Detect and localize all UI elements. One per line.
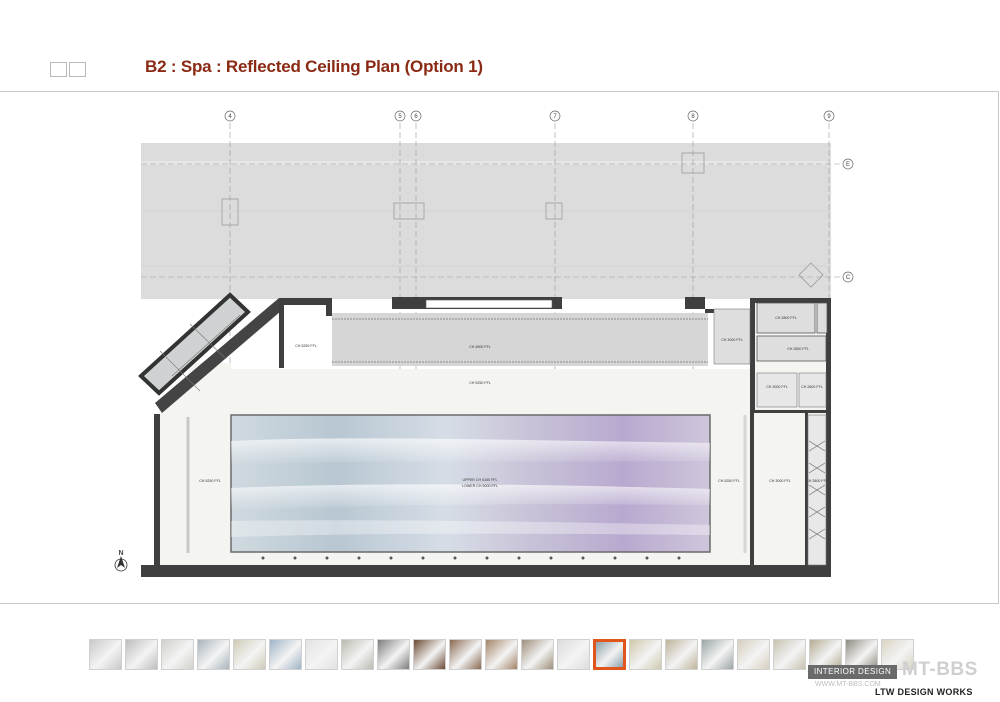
room-label-right-2: CH 2800 FFL — [775, 316, 797, 320]
room-label-far-right-2: CH 2800 FFL — [806, 479, 828, 483]
thumbnail-item[interactable] — [557, 639, 590, 670]
north-arrow: N — [114, 550, 128, 572]
thumbnail-item[interactable] — [341, 639, 374, 670]
right-room — [798, 372, 827, 408]
grid-label-right: C — [846, 275, 851, 281]
thumbnail-item[interactable] — [125, 639, 158, 670]
corner-boxes — [50, 62, 86, 77]
room-label-top-corridor: CH 4500 FFL — [469, 345, 491, 349]
thumbnail-item[interactable] — [593, 639, 626, 670]
thumbnail-item[interactable] — [521, 639, 554, 670]
thumbnail-item[interactable] — [377, 639, 410, 670]
skylight — [425, 299, 553, 309]
north-label: N — [118, 550, 123, 557]
thumbnail-item[interactable] — [449, 639, 482, 670]
thumbnail-item[interactable] — [197, 639, 230, 670]
thumbnail-item[interactable] — [161, 639, 194, 670]
upper-grey-area-inner — [141, 161, 831, 165]
room-label-right-wall-zone: CH 5250 FFL — [718, 479, 740, 483]
corner-box — [50, 62, 67, 77]
watermark-url: WWW.MT-BBS.COM — [815, 681, 881, 688]
room-label-left-room: CH 5250 FFL — [295, 344, 317, 348]
thumbnail-item[interactable] — [269, 639, 302, 670]
right-room — [713, 308, 751, 365]
thumbnail-item[interactable] — [701, 639, 734, 670]
room-label-right-4: CH 3000 FFL — [766, 385, 788, 389]
thumbnail-item[interactable] — [737, 639, 770, 670]
room-label-right-3: CH 2800 FFL — [787, 347, 809, 351]
watermark-brand: MT-BBS — [902, 659, 978, 680]
room-label-upper-band: CH 5250 FFL — [469, 381, 491, 385]
room-label-pool-lower: LOWER CH 5000 FFL — [462, 484, 498, 488]
room-label-right-5: CH 2800 FFL — [801, 385, 823, 389]
grid-label-right: E — [846, 162, 850, 168]
thumbnail-item[interactable] — [305, 639, 338, 670]
right-room — [756, 372, 798, 408]
thumbnail-strip — [89, 639, 914, 670]
thumbnail-item[interactable] — [233, 639, 266, 670]
thumbnail-item[interactable] — [485, 639, 518, 670]
corner-box — [69, 62, 86, 77]
thumbnail-item[interactable] — [413, 639, 446, 670]
thumbnail-item[interactable] — [89, 639, 122, 670]
watermark-badge: INTERIOR DESIGN — [808, 665, 898, 679]
right-room — [816, 302, 828, 334]
thumbnail-item[interactable] — [629, 639, 662, 670]
room-label-pool-upper: UPPER CH 6150 FFL — [463, 478, 498, 482]
thumbnail-item[interactable] — [773, 639, 806, 670]
thumbnail-item[interactable] — [665, 639, 698, 670]
room-label-left-wall-zone: CH 5250 FFL — [199, 479, 221, 483]
room-label-right-1: CH 3000 FFL — [721, 338, 743, 342]
ceiling-plan-drawing: 4 5 6 7 8 9 E C CH 5250 FFL CH 4500 FFL … — [114, 110, 854, 577]
top-corridor — [332, 313, 708, 366]
page-title: B2 : Spa : Reflected Ceiling Plan (Optio… — [145, 57, 483, 76]
room-label-far-right-1: CH 3000 FFL — [769, 479, 791, 483]
upper-grey-area — [141, 143, 831, 299]
ltw-logo: LTW DESIGN WORKS — [875, 687, 973, 697]
